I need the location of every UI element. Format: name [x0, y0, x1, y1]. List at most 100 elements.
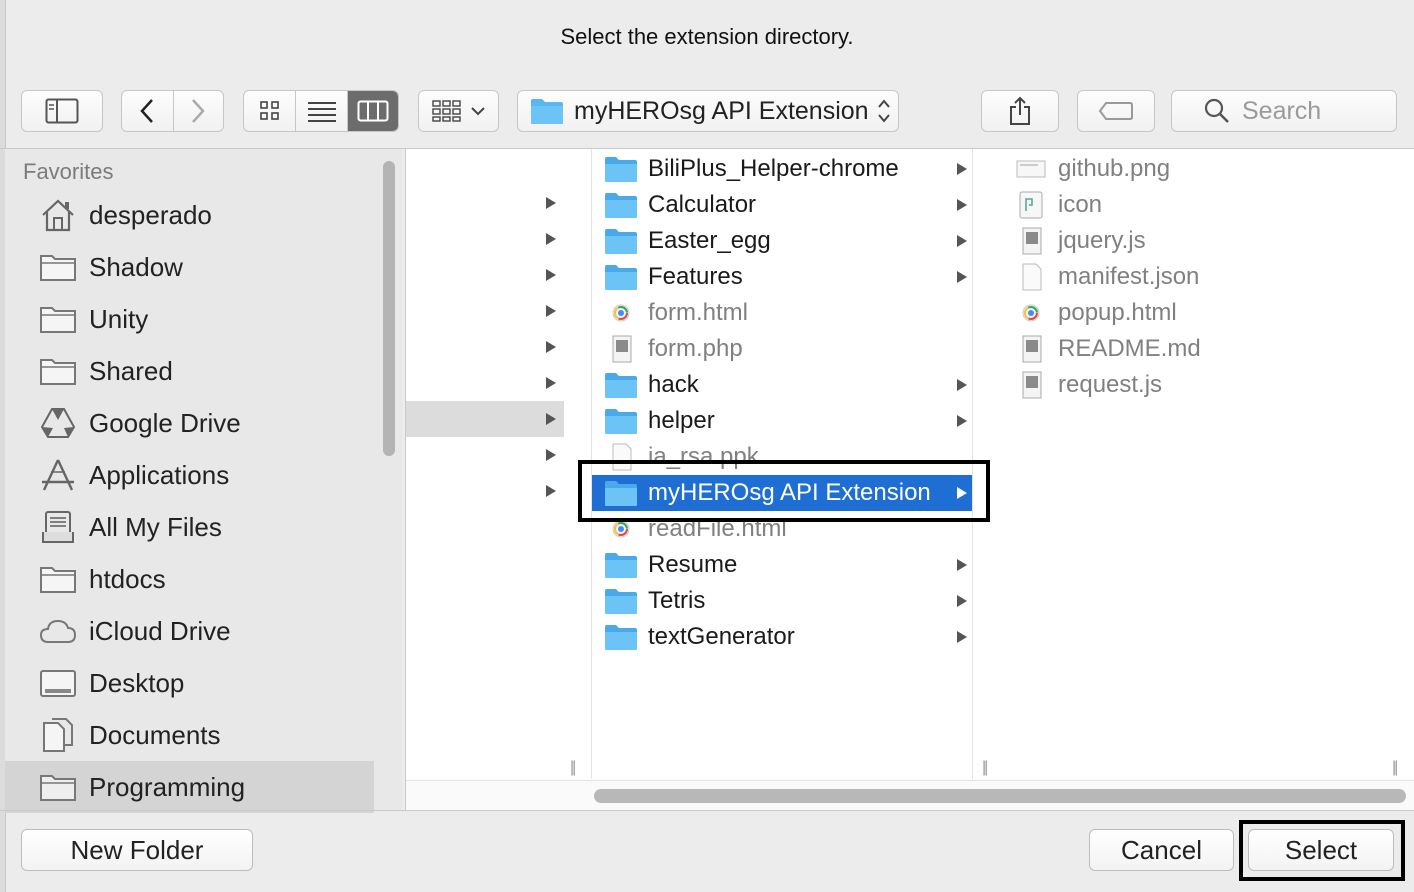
- file-row-form-html[interactable]: form.html: [592, 295, 972, 331]
- sidebar-item-desktop[interactable]: Desktop: [5, 657, 374, 709]
- arrange-menu-button[interactable]: [418, 90, 499, 132]
- file-row-icon[interactable]: icon: [1002, 187, 1382, 223]
- column-1-row-selected[interactable]: [406, 401, 564, 437]
- sidebar-item-shadow[interactable]: Shadow: [5, 241, 374, 293]
- file-row-github-png[interactable]: github.png: [1002, 151, 1382, 187]
- sidebar-item-label: iCloud Drive: [89, 615, 231, 646]
- column-1-row[interactable]: [406, 473, 564, 509]
- blank-file-icon: [1022, 263, 1042, 291]
- disclosure-arrow-icon: [957, 163, 967, 175]
- file-name: hack: [648, 371, 699, 398]
- search-icon: [1204, 98, 1229, 123]
- cloud-icon: [39, 612, 77, 650]
- list-view-button[interactable]: [295, 91, 346, 131]
- column-resize-handle[interactable]: ||: [1392, 759, 1398, 777]
- sidebar-item-documents[interactable]: Documents: [5, 709, 374, 761]
- disclosure-arrow-icon: [957, 235, 967, 247]
- disclosure-arrow-icon: [957, 379, 967, 391]
- file-row-jquery-js[interactable]: jquery.js: [1002, 223, 1382, 259]
- column-3: github.png icon jquery.js manifest.json …: [1002, 149, 1398, 779]
- cancel-button[interactable]: Cancel: [1089, 829, 1234, 871]
- sidebar-item-label: Desktop: [89, 667, 185, 698]
- folder-row-easter-egg[interactable]: Easter_egg: [592, 223, 972, 259]
- forward-button[interactable]: [172, 91, 224, 131]
- sidebar-item-label: desperado: [89, 199, 212, 230]
- disclosure-arrow-icon: [546, 233, 556, 245]
- folder-icon: [39, 352, 77, 390]
- arrange-grid-icon: [431, 100, 461, 122]
- file-name: Features: [648, 263, 743, 290]
- folder-row-textgenerator[interactable]: textGenerator: [592, 619, 972, 655]
- tag-button[interactable]: [1077, 90, 1155, 132]
- sidebar-item-desperado[interactable]: desperado: [5, 189, 374, 241]
- column-resize-handle[interactable]: ||: [570, 759, 576, 777]
- selection-highlight-box: [578, 460, 990, 522]
- applications-icon: [39, 456, 77, 494]
- sidebar-item-htdocs[interactable]: htdocs: [5, 553, 374, 605]
- folder-icon: [605, 625, 637, 650]
- folder-row-biliplus-helper-chrome[interactable]: BiliPlus_Helper-chrome: [592, 151, 972, 187]
- footer-divider: [0, 810, 1414, 811]
- html-file-icon: [1022, 304, 1040, 322]
- view-mode-control: [243, 90, 399, 132]
- file-name: README.md: [1058, 335, 1201, 362]
- file-row-popup-html[interactable]: popup.html: [1002, 295, 1382, 331]
- folder-icon: [39, 300, 77, 338]
- icon-view-button[interactable]: [244, 91, 295, 131]
- sidebar-item-icloud-drive[interactable]: iCloud Drive: [5, 605, 374, 657]
- file-row-readme-md[interactable]: README.md: [1002, 331, 1382, 367]
- horizontal-scrollbar-thumb[interactable]: [594, 789, 1406, 803]
- column-1-row[interactable]: [406, 221, 564, 257]
- back-button[interactable]: [122, 91, 173, 131]
- list-icon: [307, 102, 336, 122]
- sidebar-item-unity[interactable]: Unity: [5, 293, 374, 345]
- column-1-row[interactable]: [406, 437, 564, 473]
- folder-row-hack[interactable]: hack: [592, 367, 972, 403]
- disclosure-arrow-icon: [957, 199, 967, 211]
- column-1-row[interactable]: [406, 185, 564, 221]
- search-field[interactable]: Search: [1171, 90, 1397, 132]
- folder-row-calculator[interactable]: Calculator: [592, 187, 972, 223]
- file-name: helper: [648, 407, 715, 434]
- column-1-row[interactable]: [406, 329, 564, 365]
- file-row-request-js[interactable]: request.js: [1002, 367, 1382, 403]
- folder-icon: [605, 229, 637, 254]
- new-folder-button[interactable]: New Folder: [21, 829, 253, 871]
- sidebar-scrollbar[interactable]: [383, 161, 395, 456]
- column-resize-handle[interactable]: ||: [982, 759, 988, 777]
- select-highlight-box: [1239, 820, 1405, 881]
- file-name: textGenerator: [648, 623, 795, 650]
- path-popup[interactable]: myHEROsg API Extension: [517, 90, 899, 132]
- sidebar-item-label: Programming: [89, 771, 246, 802]
- disclosure-arrow-icon: [546, 449, 556, 461]
- folder-row-helper[interactable]: helper: [592, 403, 972, 439]
- folder-row-resume[interactable]: Resume: [592, 547, 972, 583]
- sidebar-item-programming[interactable]: Programming: [5, 761, 374, 813]
- tag-icon: [1098, 102, 1133, 120]
- file-row-form-php[interactable]: form.php: [592, 331, 972, 367]
- dialog-title: Select the extension directory.: [560, 24, 854, 49]
- folder-icon: [605, 193, 637, 218]
- share-button[interactable]: [981, 90, 1059, 132]
- sidebar-item-shared[interactable]: Shared: [5, 345, 374, 397]
- columns-icon: [357, 100, 389, 122]
- column-1-row[interactable]: [406, 257, 564, 293]
- sidebar-toggle-button[interactable]: [21, 90, 103, 132]
- documents-icon: [39, 716, 77, 754]
- column-1-row[interactable]: [406, 293, 564, 329]
- folder-row-features[interactable]: Features: [592, 259, 972, 295]
- disclosure-arrow-icon: [957, 415, 967, 427]
- file-row-manifest-json[interactable]: manifest.json: [1002, 259, 1382, 295]
- sidebar-item-google-drive[interactable]: Google Drive: [5, 397, 374, 449]
- home-icon: [39, 196, 77, 234]
- sidebar: Favorites desperado Shadow Unity Shared …: [5, 149, 402, 813]
- chevron-left-icon: [140, 99, 154, 123]
- sidebar-item-applications[interactable]: Applications: [5, 449, 374, 501]
- folder-row-tetris[interactable]: Tetris: [592, 583, 972, 619]
- sidebar-item-all-my-files[interactable]: All My Files: [5, 501, 374, 553]
- document-icon: [1022, 227, 1042, 255]
- sidebar-item-label: htdocs: [89, 563, 166, 594]
- column-1-row[interactable]: [406, 365, 564, 401]
- disclosure-arrow-icon: [546, 485, 556, 497]
- column-view-button[interactable]: [346, 91, 398, 131]
